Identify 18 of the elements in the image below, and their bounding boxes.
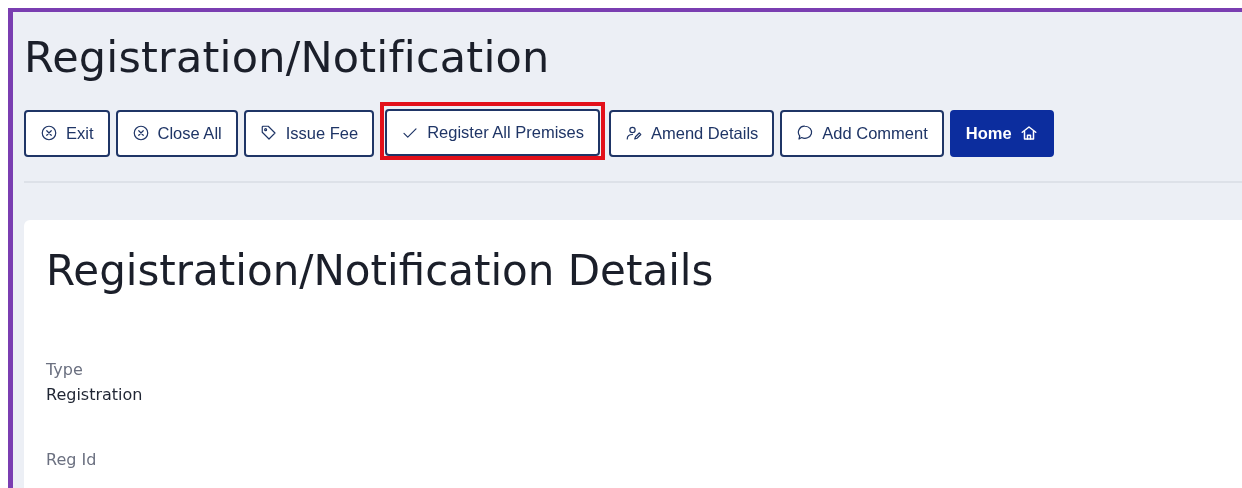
home-icon xyxy=(1019,124,1038,142)
close-circle-icon xyxy=(131,124,150,142)
card-title: Registration/Notification Details xyxy=(46,245,714,297)
user-edit-icon xyxy=(625,124,643,142)
close-circle-icon xyxy=(40,124,58,142)
page-title: Registration/Notification xyxy=(24,32,550,82)
toolbar-button[interactable]: Amend Details xyxy=(609,109,775,157)
toolbar-button[interactable]: Issue Fee xyxy=(243,109,375,157)
speech-bubble-icon xyxy=(796,124,815,142)
field-label: Type xyxy=(46,360,83,379)
toolbar-button[interactable]: Close All xyxy=(115,109,238,157)
field-label: Reg Id xyxy=(46,450,97,469)
toolbar-button[interactable]: Exit xyxy=(24,109,110,157)
tag-icon xyxy=(259,124,278,142)
field-value: Registration xyxy=(46,385,143,404)
toolbar-button[interactable]: Add Comment xyxy=(780,109,944,157)
toolbar-button[interactable]: Home xyxy=(949,109,1054,157)
toolbar-button[interactable]: Register All Premises xyxy=(385,109,600,156)
